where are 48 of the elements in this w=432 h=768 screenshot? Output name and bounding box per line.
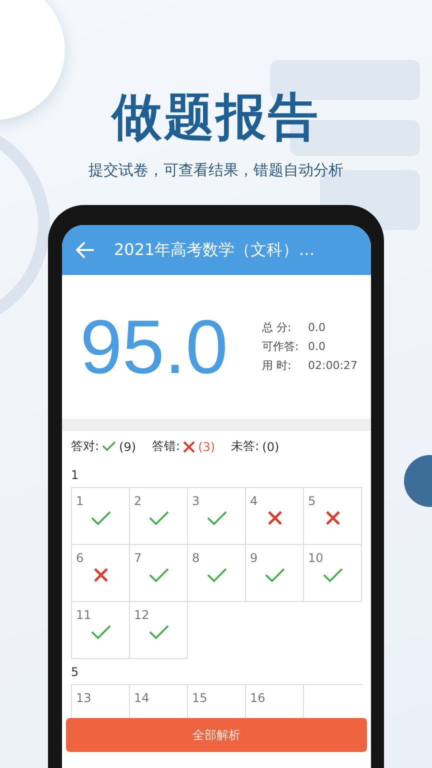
question-cell[interactable]: 11 [72,602,130,659]
question-number: 1 [76,494,84,508]
stat-label: 总 分: [262,321,292,335]
stat-value: 0.0 [308,321,326,335]
legend-label: 未答: [231,438,260,455]
question-cell[interactable]: 4 [246,488,304,545]
question-cell[interactable]: 2 [130,488,188,545]
question-cell[interactable]: 6 [72,545,130,602]
question-cell[interactable]: 5 [304,488,362,545]
back-icon[interactable] [76,242,94,258]
question-number: 16 [250,691,266,705]
question-cell[interactable]: 8 [188,545,246,602]
question-number: 4 [250,494,258,508]
question-number: 5 [308,494,316,508]
legend-count: (9) [119,440,136,454]
legend-label: 答对: [71,438,100,455]
legend-count: (0) [262,440,280,454]
question-number: 13 [76,691,92,705]
question-number: 10 [308,551,324,565]
question-number: 3 [192,494,200,508]
question-cell[interactable]: 12 [130,602,188,659]
score-value: 95.0 [80,304,229,390]
stat-label: 用 时: [262,359,292,373]
question-number: 11 [76,608,92,622]
question-cell[interactable]: 1 [72,488,130,545]
question-number: 8 [192,551,200,565]
question-number: 9 [250,551,258,565]
question-number: 15 [192,691,208,705]
question-number: 2 [134,494,142,508]
section-title: 1 [70,467,80,484]
question-number: 7 [134,551,142,565]
question-cell[interactable]: 10 [304,545,362,602]
hero-subtitle: 提交试卷，可查看结果，错题自动分析 [88,160,344,180]
question-cell[interactable]: 3 [188,488,246,545]
header-title: 2021年高考数学（文科）… [114,240,315,260]
question-cell[interactable]: 7 [130,545,188,602]
hero-title: 做题报告 [112,87,320,148]
stat-value: 02:00:27 [308,359,358,373]
question-cell[interactable]: 9 [246,545,304,602]
section-title: 5 [70,664,80,681]
question-number: 6 [76,551,84,565]
stat-value: 0.0 [308,340,326,354]
stat-label: 可作答: [262,340,300,354]
analysis-button[interactable]: 全部解析 [66,718,367,752]
question-number: 14 [134,691,150,705]
legend-label: 答错: [152,438,180,455]
question-number: 12 [134,608,150,622]
legend-count: (3) [198,440,216,454]
